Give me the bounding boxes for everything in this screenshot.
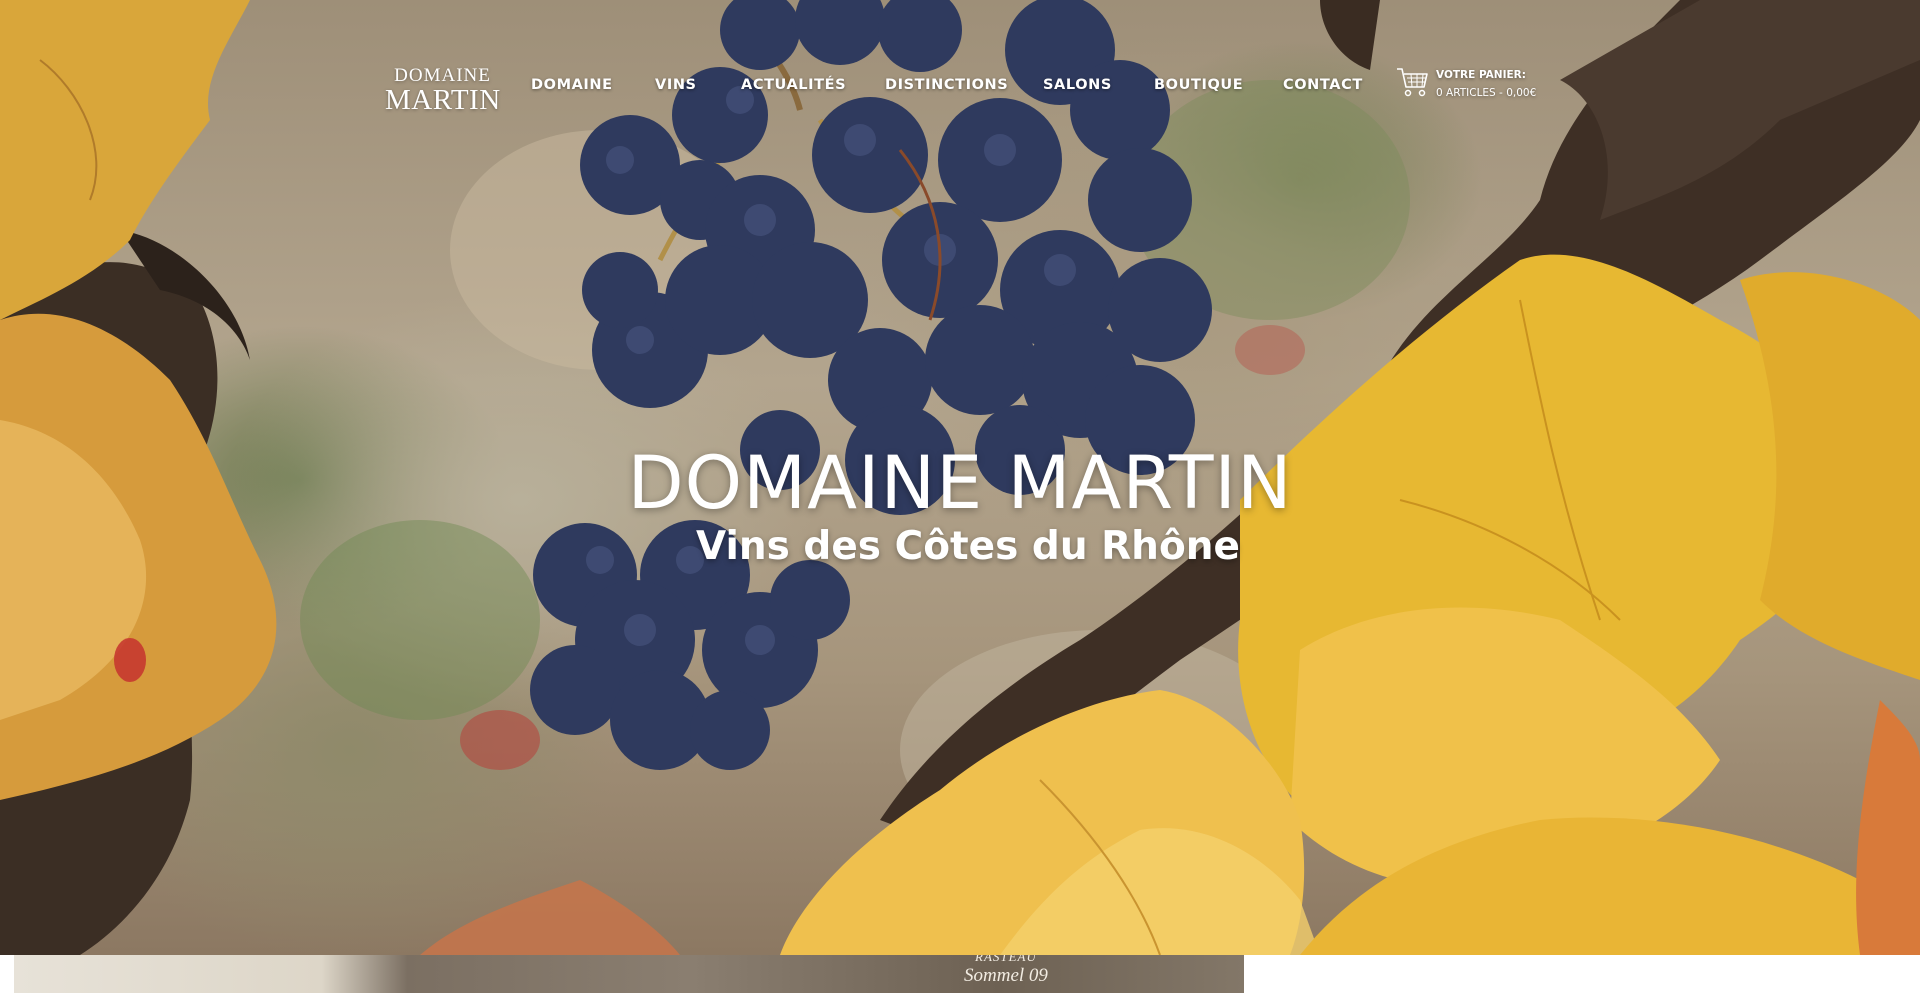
nav-item-boutique[interactable]: BOUTIQUE bbox=[1154, 77, 1243, 93]
nav-item-contact[interactable]: CONTACT bbox=[1283, 77, 1363, 93]
nav-item-label: SALONS bbox=[1043, 77, 1112, 93]
top-navigation: DOMAINE MARTIN DOMAINE VINS ACTUALITÉS D… bbox=[0, 0, 1920, 170]
nav-item-actualites[interactable]: ACTUALITÉS bbox=[741, 77, 846, 93]
shopping-cart-icon bbox=[1397, 68, 1428, 97]
cart-count-total: 0 ARTICLES - 0,00€ bbox=[1436, 87, 1537, 99]
cart-title: VOTRE PANIER: bbox=[1436, 69, 1526, 81]
barrel-label: RASTEAU Sommel 09 bbox=[964, 955, 1048, 985]
nav-item-salons[interactable]: SALONS bbox=[1043, 77, 1112, 93]
nav-item-label: DISTINCTIONS bbox=[885, 77, 1009, 93]
site-logo[interactable]: DOMAINE MARTIN bbox=[385, 66, 500, 115]
nav-item-label: ACTUALITÉS bbox=[741, 77, 847, 93]
logo-line-2: MARTIN bbox=[385, 84, 501, 116]
nav-item-label: BOUTIQUE bbox=[1154, 77, 1244, 93]
cart-summary: VOTRE PANIER: 0 ARTICLES - 0,00€ bbox=[1436, 66, 1536, 102]
nav-item-label: DOMAINE bbox=[531, 77, 613, 93]
barrel-label-line-2: Sommel 09 bbox=[964, 965, 1048, 986]
cart-widget[interactable]: VOTRE PANIER: 0 ARTICLES - 0,00€ bbox=[1396, 66, 1536, 102]
hero-subtitle: Vins des Côtes du Rhône bbox=[696, 524, 1240, 569]
nav-item-label: VINS bbox=[655, 77, 697, 93]
logo-line-1: DOMAINE bbox=[394, 65, 491, 86]
nav-item-vins[interactable]: VINS bbox=[655, 77, 697, 93]
nav-item-label: CONTACT bbox=[1283, 77, 1363, 93]
nav-item-domaine[interactable]: DOMAINE bbox=[531, 77, 613, 93]
hero-title: DOMAINE MARTIN bbox=[627, 441, 1293, 526]
nav-item-distinctions[interactable]: DISTINCTIONS bbox=[885, 77, 1008, 93]
next-section-image: RASTEAU Sommel 09 bbox=[14, 955, 1244, 993]
